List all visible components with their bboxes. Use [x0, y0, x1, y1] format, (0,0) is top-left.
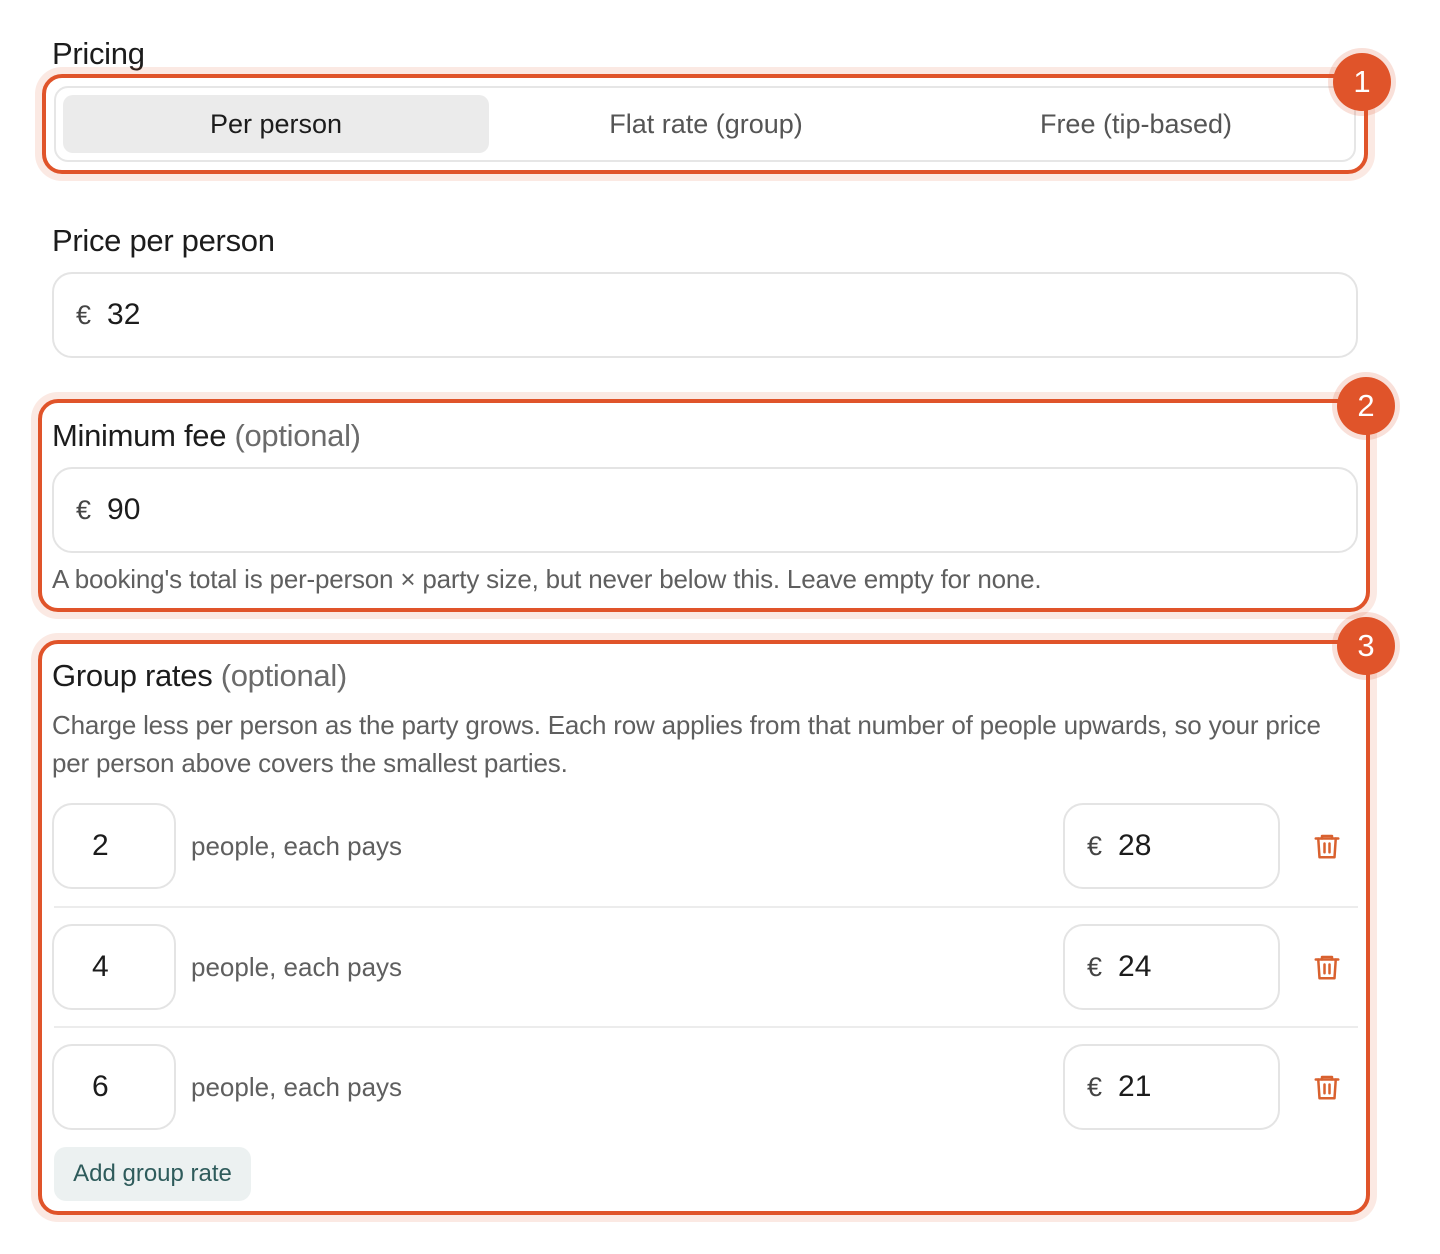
group-rate-price-input[interactable]: € 24 [1063, 924, 1280, 1010]
trash-icon[interactable] [1312, 1072, 1342, 1102]
euro-symbol: € [76, 494, 92, 525]
minimum-fee-label: Minimum fee (optional) [52, 418, 361, 454]
group-rates-optional: (optional) [220, 658, 348, 693]
annotation-badge-2: 2 [1337, 377, 1395, 435]
minimum-fee-input[interactable]: € 90 [52, 467, 1358, 553]
euro-symbol: € [1087, 830, 1103, 861]
group-rate-people-value: 2 [92, 829, 109, 862]
group-rate-row-label: people, each pays [191, 1072, 403, 1102]
minimum-fee-title: Minimum fee [52, 418, 227, 453]
euro-symbol: € [1087, 1071, 1103, 1102]
pricing-label: Pricing [52, 36, 145, 71]
group-rate-price-value: 28 [1118, 829, 1152, 862]
trash-icon[interactable] [1312, 831, 1342, 861]
group-rate-people-value: 6 [92, 1070, 109, 1103]
group-rate-row-label: people, each pays [191, 831, 403, 861]
group-rates-description: Charge less per person as the party grow… [52, 710, 1321, 778]
segment-flat-rate[interactable]: Flat rate (group) [491, 95, 921, 153]
minimum-fee-optional: (optional) [234, 418, 361, 453]
minimum-fee-value: 90 [107, 493, 141, 526]
row-divider [54, 1026, 1358, 1028]
group-rate-price-input[interactable]: € 21 [1063, 1044, 1280, 1130]
price-per-person-label: Price per person [52, 223, 275, 258]
pricing-segmented-control: Per person Flat rate (group) Free (tip-b… [54, 86, 1356, 162]
row-divider [54, 906, 1358, 908]
euro-symbol: € [1087, 951, 1103, 982]
trash-icon[interactable] [1312, 952, 1342, 982]
add-group-rate-button[interactable]: Add group rate [54, 1147, 251, 1201]
segment-free-tip-based[interactable]: Free (tip-based) [921, 95, 1351, 153]
price-per-person-input[interactable]: € 32 [52, 272, 1358, 358]
group-rate-price-input[interactable]: € 28 [1063, 803, 1280, 889]
annotation-badge-1: 1 [1333, 53, 1391, 111]
group-rate-people-value: 4 [92, 950, 109, 983]
price-per-person-value: 32 [107, 298, 141, 331]
minimum-fee-helper: A booking's total is per-person × party … [52, 564, 1042, 594]
group-rates-label: Group rates (optional) [52, 658, 347, 694]
annotation-badge-3: 3 [1337, 617, 1395, 675]
group-rate-price-value: 21 [1118, 1070, 1152, 1103]
group-rate-row-label: people, each pays [191, 952, 403, 982]
euro-symbol: € [76, 299, 92, 330]
group-rate-people-input[interactable]: 2 [52, 803, 176, 889]
group-rate-people-input[interactable]: 4 [52, 924, 176, 1010]
group-rates-title: Group rates [52, 658, 213, 693]
group-rate-price-value: 24 [1118, 950, 1152, 983]
segment-per-person[interactable]: Per person [63, 95, 489, 153]
group-rate-people-input[interactable]: 6 [52, 1044, 176, 1130]
